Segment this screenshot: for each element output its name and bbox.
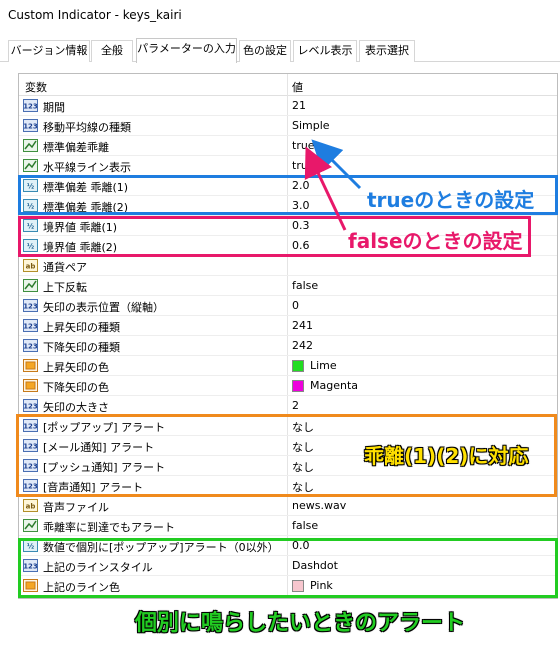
arrow-to-true-icon	[311, 139, 362, 190]
tab-label: パラメーターの入力	[137, 42, 236, 55]
annotation-arrows	[304, 139, 362, 231]
custom-indicator-window: Custom Indicator - keys_kairi バージョン情報 全般…	[0, 0, 560, 665]
arrow-to-false-icon	[304, 146, 347, 231]
tab-parameters[interactable]: パラメーターの入力	[136, 38, 237, 63]
